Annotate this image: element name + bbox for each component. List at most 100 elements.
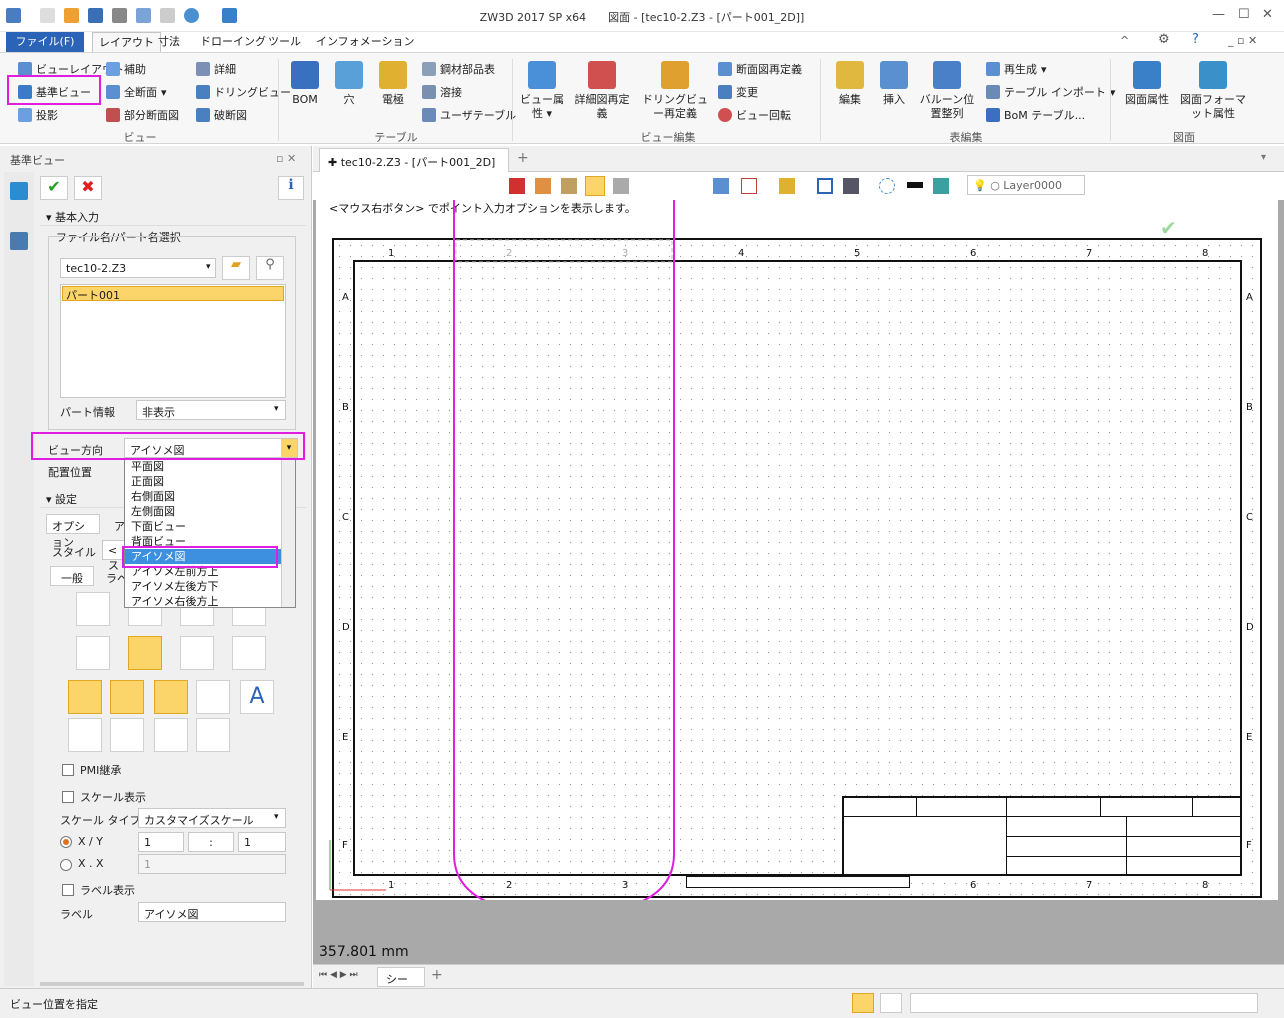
auxiliary-view-button[interactable]: 補助 — [106, 61, 146, 77]
sheet-nav-icon[interactable]: ⏮ ◀ ▶ ⏭ — [319, 970, 358, 980]
dropdown-option[interactable]: 平面図 — [125, 459, 295, 474]
view-attributes-button[interactable]: ビュー属性 ▾ — [520, 61, 564, 121]
scale-numerator-input[interactable]: 1 — [138, 832, 184, 852]
drilling-view-button[interactable]: ドリングビュー — [196, 84, 291, 100]
tab-option[interactable]: オプション — [46, 514, 100, 549]
dropdown-option-selected[interactable]: アイソメ図 — [125, 549, 295, 564]
cancel-button[interactable]: ✖ — [74, 176, 102, 200]
search-icon[interactable]: ⚲ — [256, 256, 284, 280]
axis-icon[interactable] — [110, 718, 144, 752]
basic-input-section[interactable]: ▾ 基本入力 — [40, 206, 306, 226]
frame-icon[interactable] — [817, 178, 833, 194]
dropdown-option[interactable]: アイソメ左前方上 — [125, 564, 295, 579]
dropdown-scrollbar[interactable] — [281, 459, 295, 607]
collapse-ribbon-icon[interactable]: ^ — [1120, 34, 1129, 47]
insert-button[interactable]: 挿入 — [874, 61, 914, 107]
dropdown-option[interactable]: 左側面図 — [125, 504, 295, 519]
xx-radio[interactable] — [60, 859, 72, 871]
detail-view-button[interactable]: 詳細 — [196, 61, 236, 77]
chevron-down-icon[interactable]: ▾ — [281, 439, 297, 457]
edit-table-button[interactable]: 編集 — [830, 61, 870, 107]
dropdown-option[interactable]: アイソメ右後方上 — [125, 594, 295, 609]
settings-gear-icon[interactable]: ⚙ — [1158, 32, 1170, 47]
filter-icon[interactable] — [613, 178, 629, 194]
panel-pin-icon[interactable]: ▫ ✕ — [276, 152, 296, 165]
selection-icon[interactable] — [879, 178, 895, 194]
regenerate-button[interactable]: 再生成 ▾ — [986, 61, 1047, 77]
status-toggle-icon[interactable] — [852, 993, 874, 1013]
tangent-edge-icon[interactable] — [76, 636, 110, 670]
wireframe-view-icon[interactable] — [76, 592, 110, 626]
tab-tools[interactable]: ツール — [262, 32, 307, 52]
dropdown-option[interactable]: 正面図 — [125, 474, 295, 489]
drawing-attributes-button[interactable]: 図面属性 — [1118, 61, 1176, 107]
steel-parts-table-button[interactable]: 鋼材部品表 — [422, 61, 495, 77]
tab-general[interactable]: 一般 — [50, 566, 94, 586]
sheet-metal-icon[interactable] — [154, 718, 188, 752]
tab-drawing[interactable]: ドローイング — [194, 32, 272, 52]
dropdown-option[interactable]: アイソメ左後方下 — [125, 579, 295, 594]
tab-file[interactable]: ファイル(F) — [6, 32, 84, 52]
maximize-icon[interactable]: ☐ — [1238, 7, 1250, 22]
layer-icon[interactable] — [933, 178, 949, 194]
drilling-redefine-button[interactable]: ドリングビュー再定義 — [640, 61, 710, 121]
curve-icon[interactable] — [68, 718, 102, 752]
tab-menu-icon[interactable]: ▾ — [1261, 152, 1266, 163]
thread-icon[interactable] — [180, 636, 214, 670]
grid-icon[interactable] — [741, 178, 757, 194]
ok-button[interactable]: ✔ — [40, 176, 68, 200]
electrode-table-button[interactable]: 電極 — [374, 61, 412, 107]
center-mark-icon[interactable] — [110, 680, 144, 714]
part-info-select[interactable]: 非表示 — [136, 400, 286, 420]
dimension-icon[interactable] — [232, 636, 266, 670]
change-view-button[interactable]: 変更 — [718, 84, 758, 100]
dropdown-option[interactable]: 背面ビュー — [125, 534, 295, 549]
ruler-icon[interactable] — [196, 680, 230, 714]
full-section-button[interactable]: 全断面 ▾ — [106, 84, 167, 100]
tab-dimension[interactable]: 寸法 — [152, 32, 186, 52]
bounding-box-icon[interactable] — [68, 680, 102, 714]
base-view-button[interactable]: 基準ビュー — [18, 84, 91, 100]
section-redefine-button[interactable]: 断面図再定義 — [718, 61, 802, 77]
view-insert-icon[interactable] — [585, 176, 605, 196]
dropdown-option[interactable]: 下面ビュー — [125, 519, 295, 534]
line-color-icon[interactable] — [907, 182, 923, 188]
text-icon[interactable]: A — [240, 680, 274, 714]
hole-pattern-icon[interactable] — [154, 680, 188, 714]
rotate-view-icon[interactable] — [128, 636, 162, 670]
layer-select[interactable]: 💡 ○ Layer0000 — [967, 175, 1085, 195]
detail-redefine-button[interactable]: 詳細図再定義 — [570, 61, 634, 121]
pmi-checkbox[interactable] — [62, 764, 74, 776]
scale-denominator-input[interactable]: 1 — [238, 832, 286, 852]
brush-icon[interactable] — [561, 178, 577, 194]
display-mode-icon[interactable] — [843, 178, 859, 194]
history-tab-icon[interactable] — [10, 232, 28, 250]
view-direction-select[interactable]: アイソメ図 — [124, 438, 298, 458]
projection-button[interactable]: 投影 — [18, 107, 58, 123]
tab-document[interactable]: ✚ tec10-2.Z3 - [パート001_2D] ✕ — [319, 148, 509, 183]
bom-button[interactable]: BOM — [286, 61, 324, 107]
add-sheet-icon[interactable]: + — [431, 967, 443, 983]
break-view-button[interactable]: 破断図 — [196, 107, 247, 123]
info-button[interactable]: ℹ — [278, 176, 304, 200]
partial-section-button[interactable]: 部分断面図 — [106, 107, 179, 123]
eraser-icon[interactable] — [535, 178, 551, 194]
list-item[interactable]: パート001 — [62, 286, 284, 302]
hole-table-button[interactable]: 穴 — [332, 61, 366, 107]
user-table-button[interactable]: ユーザテーブル — [422, 107, 516, 123]
close-icon[interactable]: ✕ — [1262, 7, 1273, 22]
view-direction-dropdown[interactable]: 平面図 正面図 右側面図 左側面図 下面ビュー 背面ビュー アイソメ図 アイソメ… — [124, 458, 296, 608]
xy-radio[interactable] — [60, 836, 72, 848]
exit-icon[interactable] — [509, 178, 525, 194]
weld-bead-icon[interactable] — [196, 718, 230, 752]
snap-icon[interactable] — [713, 178, 729, 194]
command-input[interactable] — [910, 993, 1258, 1013]
help-icon[interactable]: ? — [1192, 32, 1199, 47]
file-select[interactable]: tec10-2.Z3 — [60, 258, 216, 278]
view-rotate-button[interactable]: ビュー回転 — [718, 107, 791, 123]
part-list[interactable]: パート001 — [60, 284, 286, 398]
folder-open-icon[interactable]: ▰ — [222, 256, 250, 280]
label-input[interactable]: アイソメ図 — [138, 902, 286, 922]
tab-layout[interactable]: レイアウト — [92, 32, 161, 52]
weld-table-button[interactable]: 溶接 — [422, 84, 462, 100]
